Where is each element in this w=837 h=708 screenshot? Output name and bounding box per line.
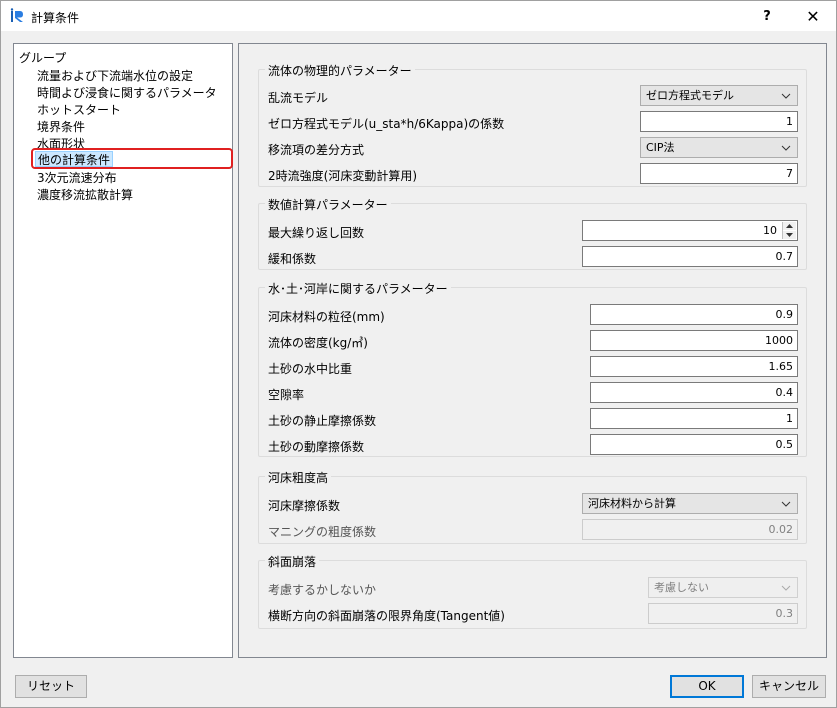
turbulence-model-value: ゼロ方程式モデル (646, 89, 734, 102)
fluid-density-field[interactable]: 1000 (590, 330, 798, 351)
dynamic-friction-field[interactable]: 0.5 (590, 434, 798, 455)
window-title: 計算条件 (31, 11, 80, 25)
max-iter-value: 10 (763, 224, 777, 237)
group-title: 水･土･河岸に関するパラメーター (265, 280, 451, 297)
grain-size-label: 河床材料の粒径(mm) (268, 310, 385, 324)
bed-friction-select[interactable]: 河床材料から計算 (582, 493, 798, 514)
chevron-down-icon (781, 87, 791, 104)
fluid-density-label: 流体の密度(kg/㎥) (268, 336, 368, 350)
tree-item-3d-velocity[interactable]: 3次元流速分布 (37, 170, 117, 186)
porosity-field[interactable]: 0.4 (590, 382, 798, 403)
limit-angle-field: 0.3 (648, 603, 798, 624)
submerged-sg-field[interactable]: 1.65 (590, 356, 798, 377)
zero-eq-coef-field[interactable]: 1 (640, 111, 798, 132)
advection-scheme-value: CIP法 (646, 141, 675, 154)
group-title: 斜面崩落 (265, 553, 320, 570)
settings-panel: 流体の物理的パラメーター 乱流モデル ゼロ方程式モデル ゼロ方程式モデル(u_s… (238, 43, 827, 658)
limit-angle-label: 横断方向の斜面崩落の限界角度(Tangent値) (268, 609, 505, 623)
app-icon (10, 8, 23, 22)
dialog-window: 計算条件 ? ✕ グループ 流量および下流端水位の設定 時間よび浸食に関するパラ… (0, 0, 837, 708)
submerged-sg-label: 土砂の水中比重 (268, 362, 353, 376)
turbulence-model-select[interactable]: ゼロ方程式モデル (640, 85, 798, 106)
tree-item-time-erosion[interactable]: 時間よび浸食に関するパラメータ (37, 85, 217, 101)
spin-buttons (782, 222, 796, 239)
max-iter-spinbox[interactable]: 10 (582, 220, 798, 241)
porosity-label: 空隙率 (268, 388, 305, 402)
secondary-flow-label: 2時流強度(河床変動計算用) (268, 169, 417, 183)
dynamic-friction-label: 土砂の動摩擦係数 (268, 440, 365, 454)
tree-item-concentration[interactable]: 濃度移流拡散計算 (37, 187, 133, 203)
slope-failure-group: 斜面崩落 考慮するかしないか 考慮しない 横断方向の斜面崩落の限界角度(Tang… (258, 553, 807, 629)
static-friction-label: 土砂の静止摩擦係数 (268, 414, 377, 428)
water-soil-params-group: 水･土･河岸に関するパラメーター 河床材料の粒径(mm) 0.9 流体の密度(k… (258, 280, 807, 457)
consider-select: 考慮しない (648, 577, 798, 598)
selection-highlight-ring (31, 148, 233, 169)
tree-item-hot-start[interactable]: ホットスタート (37, 102, 121, 118)
relaxation-label: 緩和係数 (268, 252, 317, 266)
title-bar: 計算条件 ? ✕ (1, 1, 836, 31)
chevron-down-icon (781, 495, 791, 512)
chevron-down-icon (781, 579, 791, 596)
tree-header: グループ (19, 51, 67, 65)
zero-eq-coef-label: ゼロ方程式モデル(u_sta*h/6Kappa)の係数 (268, 117, 505, 131)
secondary-flow-field[interactable]: 7 (640, 163, 798, 184)
ok-button[interactable]: OK (670, 675, 744, 698)
fluid-params-group: 流体の物理的パラメーター 乱流モデル ゼロ方程式モデル ゼロ方程式モデル(u_s… (258, 62, 807, 187)
tree-item-flow-downstream[interactable]: 流量および下流端水位の設定 (37, 68, 193, 84)
static-friction-field[interactable]: 1 (590, 408, 798, 429)
manning-field: 0.02 (582, 519, 798, 540)
group-title: 河床粗度高 (265, 469, 332, 486)
group-tree-panel: グループ 流量および下流端水位の設定 時間よび浸食に関するパラメータ ホットスタ… (13, 43, 233, 658)
grain-size-field[interactable]: 0.9 (590, 304, 798, 325)
numeric-params-group: 数値計算パラメーター 最大繰り返し回数 10 緩和係数 0.7 (258, 196, 807, 270)
group-title: 数値計算パラメーター (265, 196, 391, 213)
bed-friction-value: 河床材料から計算 (588, 497, 676, 510)
reset-button[interactable]: リセット (15, 675, 87, 698)
advection-scheme-select[interactable]: CIP法 (640, 137, 798, 158)
chevron-down-icon (781, 139, 791, 156)
tree-item-boundary[interactable]: 境界条件 (37, 119, 85, 135)
turbulence-model-label: 乱流モデル (268, 91, 329, 105)
max-iter-label: 最大繰り返し回数 (268, 226, 365, 240)
relaxation-field[interactable]: 0.7 (582, 246, 798, 267)
spin-up-icon[interactable] (783, 222, 796, 230)
group-title: 流体の物理的パラメーター (265, 62, 415, 79)
help-button[interactable]: ? (744, 1, 790, 31)
consider-label: 考慮するかしないか (268, 583, 377, 597)
close-button[interactable]: ✕ (790, 1, 836, 31)
spin-down-icon[interactable] (783, 231, 796, 239)
advection-scheme-label: 移流項の差分方式 (268, 143, 365, 157)
cancel-button[interactable]: キャンセル (752, 675, 826, 698)
consider-value: 考慮しない (654, 581, 709, 594)
bed-friction-label: 河床摩擦係数 (268, 499, 341, 513)
bed-roughness-group: 河床粗度高 河床摩擦係数 河床材料から計算 マニングの粗度係数 0.02 (258, 469, 807, 544)
manning-label: マニングの粗度係数 (268, 525, 377, 539)
